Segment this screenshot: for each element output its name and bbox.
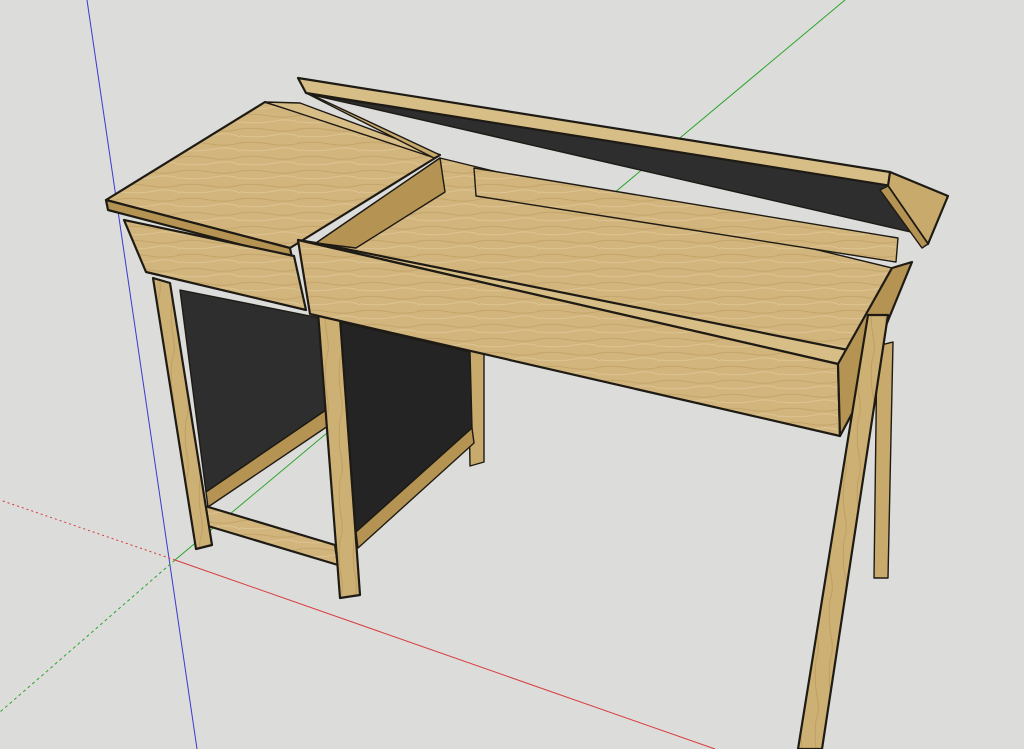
red-axis	[174, 559, 716, 749]
red-axis-negative	[0, 499, 176, 561]
desk-model[interactable]	[104, 76, 950, 749]
sketchup-3d-viewport[interactable]	[0, 0, 1024, 749]
pedestal-lower-rail	[193, 501, 340, 567]
green-axis-negative	[0, 559, 176, 713]
